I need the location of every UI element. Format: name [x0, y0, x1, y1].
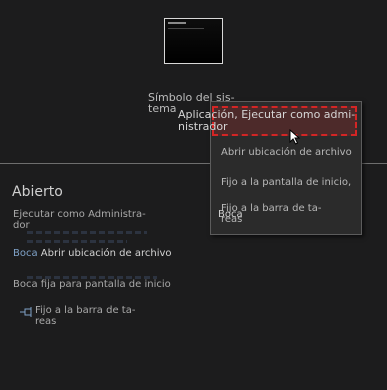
pin-icon — [20, 307, 32, 317]
task-pin-to-start[interactable]: Boca fija para pantalla de inicio — [13, 279, 213, 290]
menu-item-open-file-location[interactable]: Abrir ubicación de archivo — [221, 147, 352, 158]
ghost-text-line — [27, 240, 127, 243]
task-open-file-location[interactable]: Boca Abrir ubicación de archivo — [13, 248, 193, 259]
task-label: Fijo a la barra de ta- reas — [35, 305, 136, 327]
start-screen: Símbolo del sis- tema Abierto Ejecutar c… — [0, 0, 387, 390]
menu-item-pin-to-start[interactable]: Fijo a la pantalla de inicio, — [221, 177, 351, 188]
ghost-text-line — [27, 231, 147, 234]
mouse-cursor-icon — [289, 129, 301, 145]
command-prompt-icon[interactable] — [164, 18, 223, 64]
overlap-label: Boca — [218, 209, 243, 220]
task-prefix: Boca — [13, 248, 38, 259]
task-pin-to-taskbar[interactable]: Fijo a la barra de ta- reas — [20, 305, 150, 327]
thumb-titlebar — [168, 22, 186, 24]
jumplist-heading: Abierto — [12, 184, 63, 200]
task-label: Abrir ubicación de archivo — [40, 248, 172, 259]
thumb-text-line — [168, 28, 204, 29]
menu-item-run-as-admin-label: Aplicación, Ejecutar como admi- nistrado… — [178, 108, 356, 133]
task-run-as-admin[interactable]: Ejecutar como Administra- dor — [13, 209, 163, 231]
